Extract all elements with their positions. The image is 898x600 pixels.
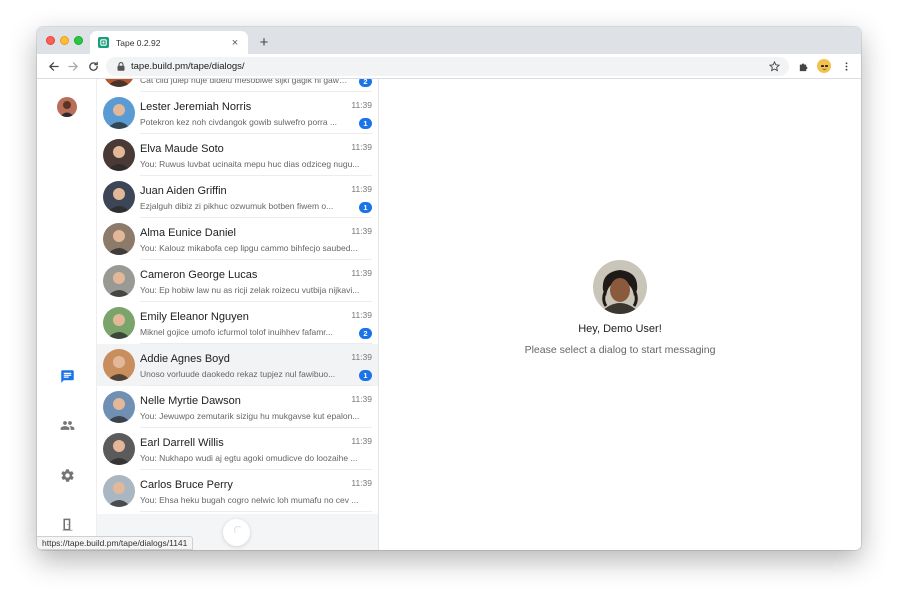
people-icon[interactable]: [58, 416, 76, 434]
minimize-window-button[interactable]: [60, 36, 69, 45]
dialog-row[interactable]: Juan Aiden Griffin 11:39 Ezjalguh dibiz zi…: [97, 176, 378, 218]
lock-icon[interactable]: [116, 62, 126, 72]
dialog-row[interactable]: Carlos Bruce Perry 11:39 You: Ehsa heku bu…: [97, 470, 378, 512]
message-time: 11:39: [351, 184, 372, 194]
profile-avatar-icon[interactable]: [817, 59, 831, 73]
conversation-panel: Hey, Demo User! Please select a dialog t…: [378, 79, 861, 550]
browser-titlebar: Tape 0.2.92 × +: [37, 27, 861, 54]
unread-count-badge: 1: [359, 118, 372, 129]
chat-icon[interactable]: [58, 367, 76, 385]
browser-menu-icon[interactable]: [839, 59, 853, 73]
current-user-avatar[interactable]: [57, 97, 77, 117]
browser-tab[interactable]: Tape 0.2.92 ×: [90, 31, 248, 54]
dialog-row[interactable]: Lester Jeremiah Norris 11:39 Potekron kez …: [97, 92, 378, 134]
contact-name: Addie Agnes Boyd: [140, 353, 230, 365]
contact-name: Nelle Myrtie Dawson: [140, 395, 241, 407]
unread-count-badge: 1: [359, 370, 372, 381]
side-nav-rail: [37, 79, 97, 550]
contact-name: Alma Eunice Daniel: [140, 227, 236, 239]
message-preview: Ezjalguh dibiz zi pikhuc ozwumuk botben …: [140, 201, 334, 211]
new-dialog-button[interactable]: [223, 519, 250, 546]
contact-avatar: [103, 307, 135, 339]
message-time: 11:39: [351, 100, 372, 110]
browser-window: Tape 0.2.92 × + tape.build.pm/tape/dialo…: [37, 27, 861, 550]
row-divider: [140, 511, 372, 512]
contact-name: Lester Jeremiah Norris: [140, 101, 252, 113]
link-status-bubble: https://tape.build.pm/tape/dialogs/1141: [37, 536, 194, 550]
welcome-hint: Please select a dialog to start messagin…: [524, 344, 716, 356]
demo-user-avatar: [593, 260, 647, 314]
dialog-list: Cat ciid julep nuje didelu mesobiwe sijk…: [97, 79, 378, 512]
message-time: 11:39: [351, 478, 372, 488]
loading-spinner-icon: [234, 526, 242, 534]
message-time: 11:39: [351, 226, 372, 236]
contact-avatar: [103, 265, 135, 297]
message-preview: You: Ruwus luvbat ucinaita mepu huc dias…: [140, 159, 360, 169]
dialog-list-panel: Cat ciid julep nuje didelu mesobiwe sijk…: [97, 79, 378, 550]
dialog-row[interactable]: Emily Eleanor Nguyen 11:39 Miknel gojice u…: [97, 302, 378, 344]
browser-toolbar: tape.build.pm/tape/dialogs/: [37, 54, 861, 79]
message-time: 11:39: [351, 352, 372, 362]
contact-avatar: [103, 139, 135, 171]
contact-avatar: [103, 475, 135, 507]
dialog-row[interactable]: Nelle Myrtie Dawson 11:39 You: Jewuwpo zem…: [97, 386, 378, 428]
contact-avatar: [103, 97, 135, 129]
contact-avatar: [103, 433, 135, 465]
dialog-row[interactable]: Earl Darrell Willis 11:39 You: Nukhapo wud…: [97, 428, 378, 470]
contact-name: Carlos Bruce Perry: [140, 479, 233, 491]
message-time: 11:39: [351, 142, 372, 152]
unread-count-badge: 1: [359, 202, 372, 213]
message-preview: You: Ehsa heku bugah cogro nelwic loh mu…: [140, 495, 359, 505]
new-tab-button[interactable]: +: [256, 34, 272, 51]
contact-name: Juan Aiden Griffin: [140, 185, 227, 197]
dialog-row[interactable]: Cameron George Lucas 11:39 You: Ep hobiw l…: [97, 260, 378, 302]
dialog-row[interactable]: Elva Maude Soto 11:39 You: Ruwus luvbat uc…: [97, 134, 378, 176]
message-preview: You: Ep hobiw law nu as ricji zelak roiz…: [140, 285, 360, 295]
message-preview: You: Kalouz mikabofa cep lipgu cammo bih…: [140, 243, 358, 253]
welcome-greeting: Hey, Demo User!: [578, 323, 662, 335]
unread-count-badge: 2: [359, 328, 372, 339]
message-preview: You: Jewuwpo zemutarik sizigu hu mukgavs…: [140, 411, 360, 421]
dialog-row[interactable]: Alma Eunice Daniel 11:39 You: Kalouz mikab…: [97, 218, 378, 260]
contact-avatar: [103, 349, 135, 381]
message-time: 11:39: [351, 436, 372, 446]
contact-name: Elva Maude Soto: [140, 143, 224, 155]
back-arrow-icon[interactable]: [45, 58, 61, 74]
address-bar[interactable]: tape.build.pm/tape/dialogs/: [106, 57, 789, 76]
tape-favicon-icon: [98, 37, 109, 48]
reload-icon[interactable]: [85, 58, 101, 74]
message-time: 11:39: [351, 310, 372, 320]
extensions-puzzle-icon[interactable]: [796, 59, 810, 73]
contact-name: Earl Darrell Willis: [140, 437, 224, 449]
dialog-row[interactable]: Addie Agnes Boyd 11:39 Unoso vorluude daok…: [97, 344, 378, 386]
tape-app: Cat ciid julep nuje didelu mesobiwe sijk…: [37, 79, 861, 550]
message-preview: Unoso vorluude daokedo rekaz tupjez nul …: [140, 369, 336, 379]
url-text[interactable]: tape.build.pm/tape/dialogs/: [131, 61, 767, 72]
settings-gear-icon[interactable]: [58, 466, 76, 484]
message-preview: Miknel gojice umofo icfurmol tolof inuih…: [140, 327, 333, 337]
contact-name: Cameron George Lucas: [140, 269, 258, 281]
dialog-list-scroll[interactable]: Cat ciid julep nuje didelu mesobiwe sijk…: [97, 79, 378, 514]
logout-door-icon[interactable]: [58, 515, 76, 533]
dialog-row[interactable]: Cat ciid julep nuje didelu mesobiwe sijk…: [97, 79, 378, 92]
tab-close-icon[interactable]: ×: [228, 36, 242, 50]
close-window-button[interactable]: [46, 36, 55, 45]
tab-title: Tape 0.2.92: [116, 37, 161, 48]
unread-count-badge: 2: [359, 79, 372, 87]
contact-avatar: [103, 223, 135, 255]
forward-arrow-icon[interactable]: [65, 58, 81, 74]
bookmark-star-icon[interactable]: [767, 60, 781, 74]
maximize-window-button[interactable]: [74, 36, 83, 45]
message-time: 11:39: [351, 268, 372, 278]
contact-avatar: [103, 79, 135, 87]
message-preview: Cat ciid julep nuje didelu mesobiwe sijk…: [140, 79, 348, 85]
contact-name: Emily Eleanor Nguyen: [140, 311, 249, 323]
message-time: 11:39: [351, 394, 372, 404]
message-preview: You: Nukhapo wudi aj egtu agoki omudicve…: [140, 453, 358, 463]
contact-avatar: [103, 181, 135, 213]
message-preview: Potekron kez noh civdangok gowib sulwefr…: [140, 117, 338, 127]
contact-avatar: [103, 391, 135, 423]
